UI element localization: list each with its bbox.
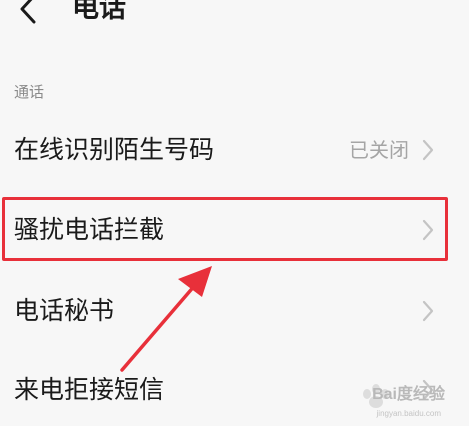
row-label: 在线识别陌生号码 xyxy=(14,135,215,164)
chevron-right-icon xyxy=(422,139,434,161)
row-status-value: 已关闭 xyxy=(349,138,409,162)
section-label: 通话 xyxy=(14,83,45,101)
phone-settings-screen: 电话 通话 在线识别陌生号码 已关闭 骚扰电话拦截 电话秘书 来电拒接短信 Ba… xyxy=(0,0,469,426)
row-label: 来电拒接短信 xyxy=(14,375,165,404)
chevron-left-icon[interactable] xyxy=(14,0,42,26)
watermark-url: jingyan.baidu.com xyxy=(376,409,441,418)
row-label: 电话秘书 xyxy=(14,296,115,325)
chevron-right-icon xyxy=(422,300,434,322)
watermark-brand: Bai度经验 xyxy=(372,386,445,403)
highlight-box xyxy=(2,197,448,261)
row-online-identify[interactable]: 在线识别陌生号码 已关闭 xyxy=(0,118,469,182)
header: 电话 xyxy=(0,0,469,44)
row-call-secretary[interactable]: 电话秘书 xyxy=(0,279,469,343)
page-title: 电话 xyxy=(72,0,126,24)
